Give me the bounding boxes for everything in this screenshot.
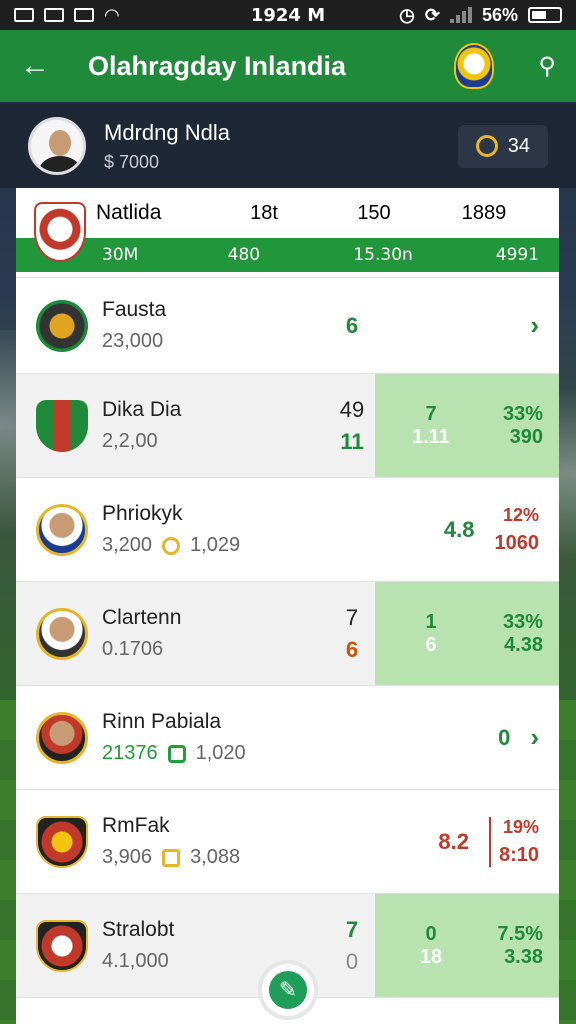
team-sub: 23,000 <box>102 330 164 352</box>
page-title: Olahragday Inlandia <box>88 50 347 81</box>
coin-icon <box>162 536 181 555</box>
coin-icon <box>162 848 181 867</box>
sim-icon <box>44 8 64 22</box>
header-stats-bar: 30M 480 15.30n 4991 <box>16 238 559 272</box>
team-sub: 3,200 <box>102 534 153 556</box>
avatar[interactable] <box>28 117 86 175</box>
header-value-1: 18t <box>250 201 278 224</box>
pct-bottom: 3.38 <box>504 945 543 968</box>
chevron-right-icon[interactable]: › <box>530 310 539 341</box>
user-summary: Mdrdng Ndla $ 7000 34 <box>0 104 576 188</box>
pct-top: 33% <box>502 402 543 425</box>
hl-value-bottom: 18 <box>419 945 443 968</box>
list-item[interactable]: Fausta 23,000 6 › <box>16 278 559 374</box>
hl-value-top: 1 <box>425 610 437 633</box>
highlight-panel: 7 1.11 33% 390 <box>375 374 559 477</box>
coins-count: 34 <box>507 134 530 157</box>
list-item[interactable]: RmFak 3,906 3,088 8.2 19% 8:10 <box>16 790 559 894</box>
pct-top: 7.5% <box>497 922 543 945</box>
club-crest-icon <box>454 43 495 89</box>
list-item[interactable]: Phriokyk 3,200 1,029 4.8 12% 1060 <box>16 478 559 582</box>
highlight-panel: 1 6 33% 4.38 <box>375 582 559 685</box>
hl-value-bottom: 6 <box>425 633 437 656</box>
avatar <box>36 711 88 764</box>
coin-icon <box>475 135 498 157</box>
header-stat-2: 480 <box>227 245 261 265</box>
wifi-icon: ◠ <box>104 4 120 25</box>
user-name: Mdrdng Ndla <box>104 119 230 145</box>
hl-value-bottom: 1.11 <box>412 425 450 448</box>
team-name: Rinn Pabiala <box>102 710 222 733</box>
score: 6 <box>345 312 359 338</box>
team-name: Dika Dia <box>102 398 182 421</box>
battery-percent: 56% <box>481 4 518 25</box>
pct-top: 33% <box>502 610 543 633</box>
header-value-3: 1889 <box>461 201 507 224</box>
pct-bottom: 8:10 <box>498 843 539 866</box>
avatar <box>36 503 88 556</box>
team-sub-2: 3,088 <box>190 846 241 868</box>
pct-top: 19% <box>502 816 539 837</box>
team-badge-icon <box>36 399 88 452</box>
header-stat-1: 30M <box>102 245 139 265</box>
signal-icon <box>449 7 472 23</box>
team-name: Fausta <box>102 298 167 321</box>
chevron-right-icon[interactable]: › <box>530 722 539 753</box>
pct-bottom: 390 <box>509 425 543 448</box>
sync-icon: ⟳ <box>424 4 440 25</box>
hl-value-top: 0 <box>425 922 437 945</box>
team-name: Clartenn <box>102 606 182 629</box>
pct-bottom: 1060 <box>494 531 540 554</box>
team-name: Stralobt <box>102 918 175 941</box>
list-item[interactable]: Rinn Pabiala 21376 1,020 0 › <box>16 686 559 790</box>
team-sub: 3,906 <box>102 846 153 868</box>
team-badge-icon <box>36 299 88 352</box>
list-item[interactable]: Clartenn 0.1706 7 6 1 6 33% 4.38 <box>16 582 559 686</box>
header-card[interactable]: Natlida 18t 150 1889 30M 480 15.30n 4991 <box>16 188 559 278</box>
team-shield-icon <box>34 202 86 262</box>
score: 4.8 <box>443 516 475 542</box>
list-item[interactable]: Dika Dia 2,2,00 49 11 7 1.11 33% 390 <box>16 374 559 478</box>
team-name: Phriokyk <box>102 502 183 525</box>
fab-button[interactable]: ✎ <box>258 960 318 1020</box>
app-bar: ← Olahragday Inlandia ⚲ <box>0 30 576 102</box>
user-balance: $ 7000 <box>104 151 160 172</box>
score: 8.2 <box>438 828 469 854</box>
shield-icon <box>167 744 186 763</box>
team-name: RmFak <box>102 814 170 837</box>
notification-icon <box>14 8 34 22</box>
team-sub: 21376 <box>102 742 158 764</box>
team-badge-icon <box>36 919 88 972</box>
avatar <box>36 607 88 660</box>
highlight-panel: 0 18 7.5% 3.38 <box>375 894 559 997</box>
hl-value-top: 7 <box>425 402 437 425</box>
pct-bottom: 4.38 <box>504 633 543 656</box>
header-stat-4: 4991 <box>495 245 540 265</box>
header-name: Natlida <box>96 201 162 224</box>
team-sub-2: 1,020 <box>195 742 246 764</box>
nfc-icon <box>74 8 94 22</box>
action-icon: ✎ <box>269 971 307 1009</box>
team-list: Natlida 18t 150 1889 30M 480 15.30n 4991… <box>16 188 559 1024</box>
status-time: 1924 M <box>250 4 326 26</box>
battery-icon <box>528 7 562 23</box>
pct-top: 12% <box>502 504 539 525</box>
score: 0 <box>498 724 511 750</box>
arrow-left-icon[interactable]: ← <box>20 49 60 83</box>
team-sub: 2,2,00 <box>102 430 158 452</box>
team-sub: 0.1706 <box>102 638 164 660</box>
share-icon[interactable]: ⚲ <box>538 52 556 81</box>
status-bar: ◠ 1924 M ◷ ⟳ 56% <box>0 0 576 30</box>
team-sub-2: 1,029 <box>190 534 241 556</box>
header-value-2: 150 <box>357 201 391 224</box>
coins-button[interactable]: 34 <box>457 124 548 168</box>
header-stat-3: 15.30n <box>353 245 413 265</box>
alarm-icon: ◷ <box>399 4 415 25</box>
team-badge-icon <box>36 815 88 868</box>
